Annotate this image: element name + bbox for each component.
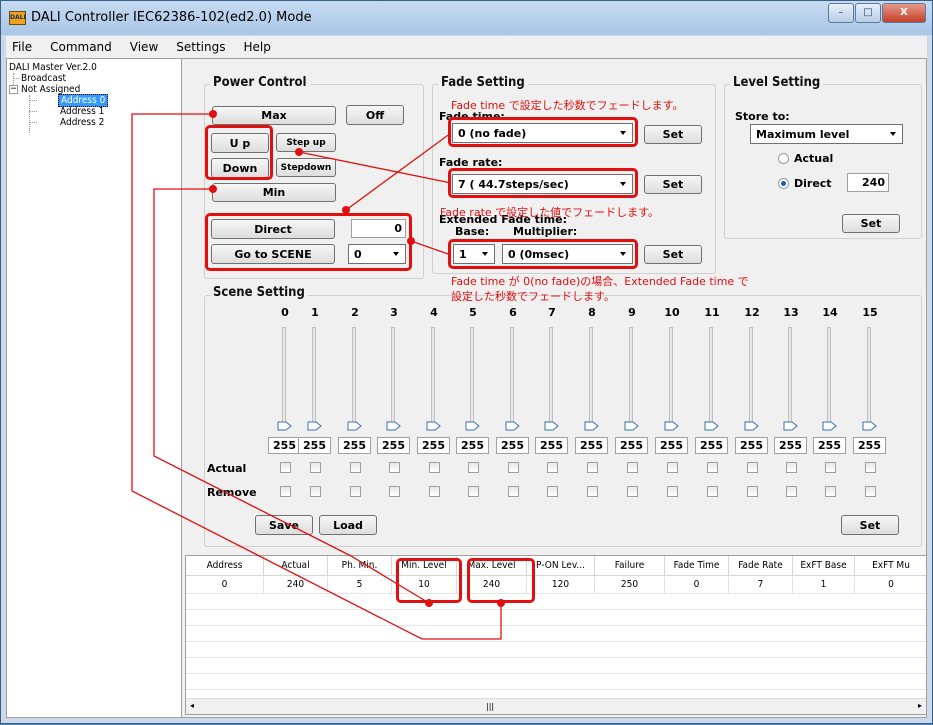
main-window: DALI DALI Controller IEC62386-102(ed2.0)… (0, 0, 933, 724)
annotation-lines (131, 110, 505, 640)
